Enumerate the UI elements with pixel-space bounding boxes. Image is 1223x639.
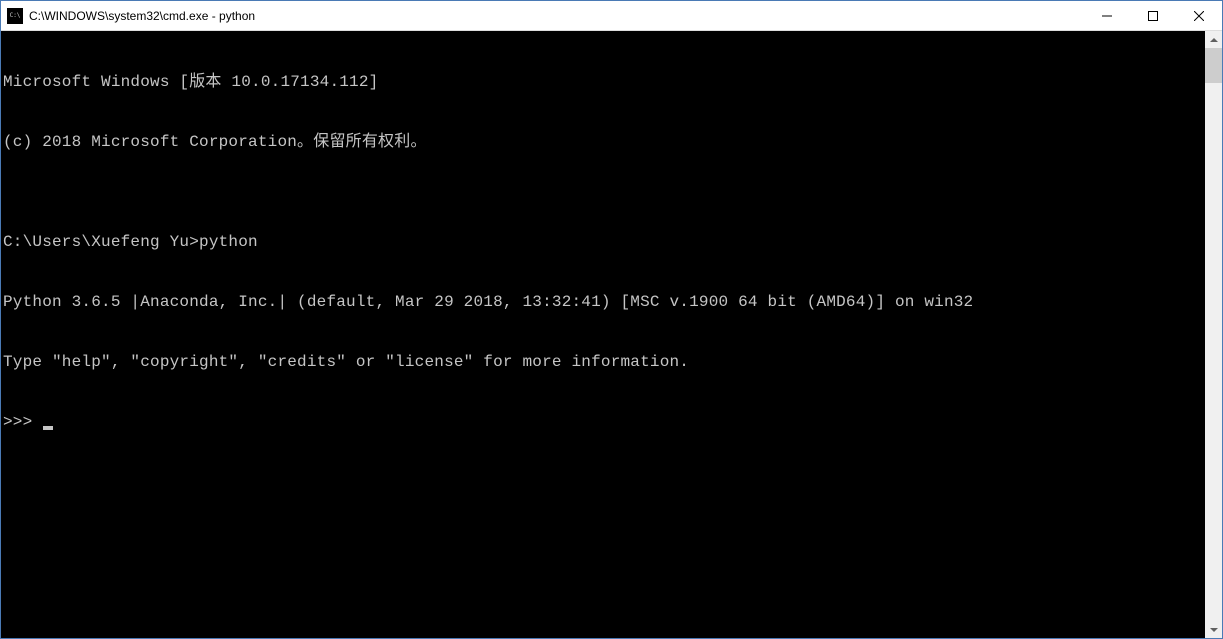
- cmd-input: python: [199, 233, 258, 251]
- terminal-line: (c) 2018 Microsoft Corporation。保留所有权利。: [3, 132, 1203, 152]
- window-title: C:\WINDOWS\system32\cmd.exe - python: [29, 9, 1084, 23]
- python-repl-prompt: >>>: [3, 413, 42, 431]
- terminal-line: Type "help", "copyright", "credits" or "…: [3, 352, 1203, 372]
- chevron-down-icon: [1210, 628, 1218, 632]
- maximize-icon: [1148, 11, 1158, 21]
- cmd-icon: C:\: [7, 8, 23, 24]
- terminal-line: C:\Users\Xuefeng Yu>python: [3, 232, 1203, 252]
- terminal-prompt-line: >>>: [3, 412, 1203, 432]
- terminal-line: Python 3.6.5 |Anaconda, Inc.| (default, …: [3, 292, 1203, 312]
- scroll-up-button[interactable]: [1205, 31, 1222, 48]
- cmd-prompt: C:\Users\Xuefeng Yu>: [3, 233, 199, 251]
- scroll-track[interactable]: [1205, 48, 1222, 621]
- window-controls: [1084, 1, 1222, 30]
- minimize-button[interactable]: [1084, 1, 1130, 30]
- terminal-container: Microsoft Windows [版本 10.0.17134.112] (c…: [1, 31, 1222, 638]
- maximize-button[interactable]: [1130, 1, 1176, 30]
- scroll-thumb[interactable]: [1205, 48, 1222, 83]
- vertical-scrollbar[interactable]: [1205, 31, 1222, 638]
- titlebar[interactable]: C:\ C:\WINDOWS\system32\cmd.exe - python: [1, 1, 1222, 31]
- close-button[interactable]: [1176, 1, 1222, 30]
- terminal-output[interactable]: Microsoft Windows [版本 10.0.17134.112] (c…: [1, 31, 1205, 638]
- minimize-icon: [1102, 11, 1112, 21]
- scroll-down-button[interactable]: [1205, 621, 1222, 638]
- cursor: [43, 426, 53, 430]
- terminal-line: Microsoft Windows [版本 10.0.17134.112]: [3, 72, 1203, 92]
- chevron-up-icon: [1210, 38, 1218, 42]
- close-icon: [1194, 11, 1204, 21]
